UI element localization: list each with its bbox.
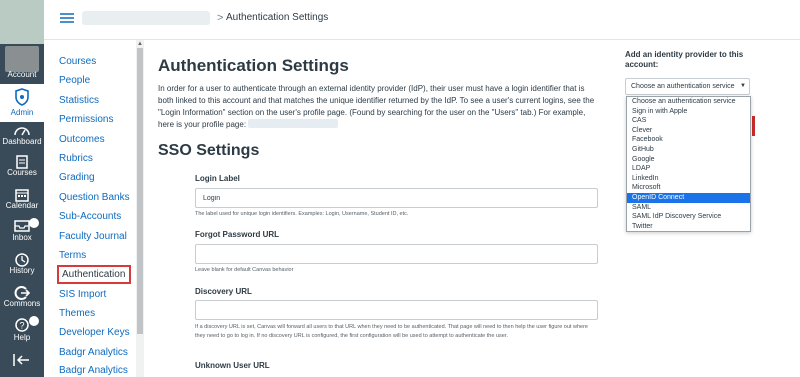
discovery-url-help: If a discovery URL is set, Canvas will f…	[195, 324, 588, 339]
account-nav: Courses People Statistics Permissions Ou…	[44, 40, 137, 377]
chevron-down-icon: ▼	[740, 83, 746, 89]
nav-link-faculty-journal[interactable]: Faculty Journal	[59, 231, 127, 242]
idp-option[interactable]: Sign in with Apple	[627, 107, 750, 117]
nav-link-outcomes[interactable]: Outcomes	[59, 134, 105, 145]
nav-inbox-label: Inbox	[12, 233, 32, 242]
nav-link-badgr-analytics-2[interactable]: Badgr Analytics	[59, 365, 128, 376]
unknown-user-url-label: Unknown User URL	[195, 361, 270, 370]
idp-option[interactable]: SAML IdP Discovery Service	[627, 212, 750, 222]
idp-option[interactable]: Facebook	[627, 135, 750, 145]
nav-link-permissions[interactable]: Permissions	[59, 114, 113, 125]
dashboard-icon	[14, 127, 30, 136]
nav-help[interactable]: ? Help	[0, 313, 44, 351]
login-label-input[interactable]	[195, 188, 598, 208]
nav-link-terms[interactable]: Terms	[59, 250, 86, 261]
intro-body: In order for a user to authenticate thro…	[158, 84, 595, 129]
idp-option[interactable]: SAML	[627, 203, 750, 213]
idp-option[interactable]: CAS	[627, 116, 750, 126]
svg-text:?: ?	[19, 321, 24, 331]
nav-commons-label: Commons	[3, 299, 41, 308]
nav-admin-label: Admin	[10, 108, 34, 117]
nav-admin[interactable]: Admin	[0, 84, 44, 122]
nav-link-people[interactable]: People	[59, 75, 90, 86]
login-label-help: The label used for unique login identifi…	[195, 211, 409, 217]
nav-link-sub-accounts[interactable]: Sub-Accounts	[59, 211, 121, 222]
main-content: Authentication Settings In order for a u…	[144, 40, 609, 377]
nav-scroll-thumb[interactable]	[137, 48, 143, 334]
idp-option[interactable]: Clever	[627, 126, 750, 136]
nav-history-label: History	[9, 266, 35, 275]
idp-option[interactable]: Twitter	[627, 222, 750, 232]
add-idp-title: Add an identity provider to this account…	[625, 50, 744, 69]
idp-option[interactable]: Google	[627, 155, 750, 165]
idp-option[interactable]: GitHub	[627, 145, 750, 155]
collapse-arrow-icon	[13, 354, 29, 366]
collapse-nav-button[interactable]	[0, 350, 44, 374]
avatar	[5, 46, 39, 72]
sso-settings-title: SSO Settings	[158, 142, 260, 159]
idp-dropdown-list: Choose an authentication service Sign in…	[626, 96, 751, 232]
idp-option-highlighted[interactable]: OpenID Connect	[627, 193, 750, 203]
shield-icon	[15, 88, 29, 106]
idp-option[interactable]: LDAP	[627, 164, 750, 174]
page-title: Authentication Settings	[158, 56, 349, 75]
nav-account[interactable]: Account	[0, 44, 44, 84]
inbox-icon	[14, 220, 30, 232]
nav-link-developer-keys[interactable]: Developer Keys	[59, 327, 130, 338]
breadcrumb-separator: >	[217, 12, 224, 24]
help-icon: ?	[15, 318, 29, 332]
nav-link-sis-import[interactable]: SIS Import	[59, 289, 106, 300]
intro-text: In order for a user to authenticate thro…	[158, 83, 600, 131]
forgot-password-label: Forgot Password URL	[195, 230, 280, 239]
nav-link-badgr-analytics[interactable]: Badgr Analytics	[59, 347, 128, 358]
idp-option[interactable]: Choose an authentication service	[627, 97, 750, 107]
nav-calendar-label: Calendar	[5, 201, 39, 210]
idp-option[interactable]: Microsoft	[627, 183, 750, 193]
idp-select[interactable]: Choose an authentication service	[625, 78, 750, 95]
institution-logo[interactable]	[0, 0, 44, 44]
forgot-password-help: Leave blank for default Canvas behavior	[195, 267, 294, 273]
nav-link-themes[interactable]: Themes	[59, 308, 95, 319]
add-button-edge[interactable]	[752, 116, 755, 136]
nav-link-rubrics[interactable]: Rubrics	[59, 153, 93, 164]
scroll-up-icon[interactable]: ▲	[137, 41, 143, 47]
discovery-url-input[interactable]	[195, 300, 598, 320]
nav-help-label: Help	[13, 333, 31, 342]
nav-link-courses[interactable]: Courses	[59, 56, 96, 67]
nav-courses-label: Courses	[7, 168, 37, 177]
discovery-url-label: Discovery URL	[195, 287, 252, 296]
nav-link-question-banks[interactable]: Question Banks	[59, 192, 130, 203]
nav-link-statistics[interactable]: Statistics	[59, 95, 99, 106]
breadcrumb-account-link[interactable]	[82, 11, 210, 25]
breadcrumb-current: Authentication Settings	[226, 12, 329, 23]
profile-link[interactable]	[248, 119, 339, 128]
global-nav: Account Admin Dashboard Courses Calendar…	[0, 0, 44, 377]
nav-dashboard-label: Dashboard	[2, 137, 42, 146]
hamburger-icon[interactable]	[60, 13, 74, 23]
nav-link-authentication[interactable]: Authentication	[57, 265, 132, 284]
nav-account-label: Account	[7, 70, 37, 79]
nav-link-grading[interactable]: Grading	[59, 172, 95, 183]
forgot-password-input[interactable]	[195, 244, 598, 264]
login-label-label: Login Label	[195, 174, 240, 183]
idp-option[interactable]: LinkedIn	[627, 174, 750, 184]
top-header: > Authentication Settings	[44, 0, 800, 40]
